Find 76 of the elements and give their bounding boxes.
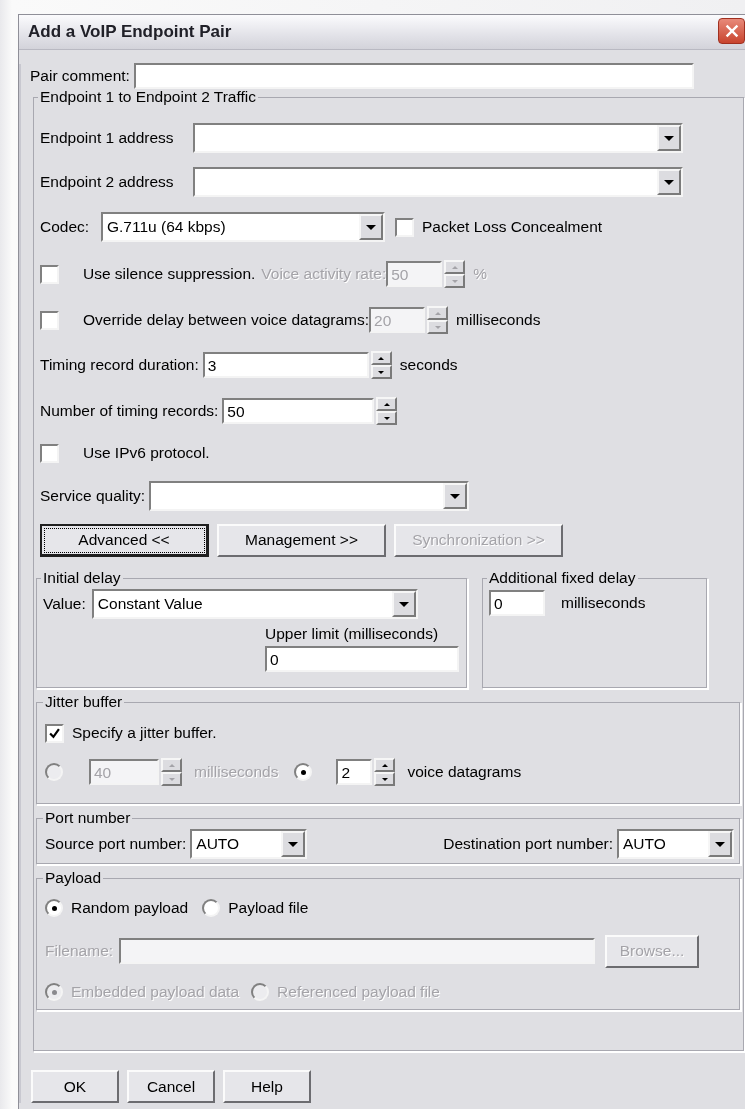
field-label: milliseconds (194, 763, 279, 781)
spin-down-button[interactable] (370, 365, 392, 379)
field-label: % (473, 265, 488, 283)
spin-down-button[interactable] (444, 274, 466, 288)
dropdown[interactable] (193, 167, 683, 197)
input-field[interactable]: 2 (336, 759, 373, 785)
comment-field[interactable] (133, 63, 694, 89)
field-label: Override delay between voice datagrams: (83, 311, 370, 329)
field-label: Endpoint 1 address (40, 129, 175, 147)
field-label: milliseconds (561, 594, 646, 612)
spin-up-button[interactable] (427, 306, 449, 320)
group-label: Jitter buffer (44, 693, 124, 711)
field-label: Value: (43, 595, 86, 613)
field-label: Upper limit (milliseconds) (265, 625, 439, 643)
field-label: Packet Loss Concealment (422, 218, 603, 236)
checkbox[interactable] (395, 217, 414, 237)
field-label: Timing record duration: (40, 356, 199, 374)
spin-down-button[interactable] (374, 772, 396, 786)
input-field[interactable]: 0 (489, 590, 545, 616)
field-label: Use IPv6 protocol. (83, 444, 210, 462)
spin-down-button[interactable] (161, 772, 182, 786)
dropdown[interactable]: Constant Value (91, 589, 418, 619)
checkbox[interactable] (40, 310, 59, 330)
dropdown[interactable]: AUTO (617, 829, 734, 859)
field-label: Pair comment: (30, 67, 130, 85)
radio-button[interactable] (45, 899, 63, 917)
field-label: Codec: (40, 218, 91, 236)
field-label: Use silence suppression. (83, 265, 256, 283)
field-label: Random payload (71, 899, 189, 917)
radio-button[interactable] (202, 899, 221, 917)
spin-up-button[interactable] (161, 758, 182, 772)
field-label: Service quality: (40, 487, 146, 505)
input-field[interactable]: 50 (222, 398, 375, 424)
dropdown[interactable] (149, 481, 470, 511)
field-label: Number of timing records: (40, 402, 219, 420)
spin-up-button[interactable] (444, 260, 466, 274)
close-button[interactable] (718, 18, 745, 44)
dialog-button[interactable]: OK (31, 1070, 119, 1103)
group-label: Port number (44, 809, 132, 827)
toggle-button[interactable]: Management >> (217, 523, 386, 557)
spin-down-button[interactable] (376, 411, 398, 425)
group-label: Endpoint 1 to Endpoint 2 Traffic (39, 88, 257, 106)
checkbox[interactable] (40, 443, 59, 463)
input-field[interactable]: 3 (202, 352, 369, 378)
spin-up-button[interactable] (374, 758, 396, 772)
field-label: Payload file (228, 899, 309, 917)
radio-button[interactable] (294, 763, 313, 781)
field-label: Referenced payload file (277, 983, 440, 1001)
group-label: Additional fixed delay (488, 569, 637, 587)
field-label: voice datagrams (407, 763, 522, 781)
field-label: Embedded payload data (71, 983, 240, 1001)
dropdown[interactable] (193, 123, 683, 153)
spin-up-button[interactable] (370, 351, 392, 365)
group-label: Payload (44, 869, 102, 887)
dropdown[interactable]: AUTO (190, 829, 308, 859)
field-label: Specify a jitter buffer. (72, 724, 217, 742)
toggle-button[interactable]: Advanced << (40, 523, 209, 557)
field-label: Endpoint 2 address (40, 173, 175, 191)
checkbox[interactable] (40, 264, 59, 284)
field-label: Source port number: (45, 835, 187, 853)
field-label: seconds (399, 356, 458, 374)
dialog-button[interactable]: Help (223, 1070, 311, 1103)
field-label: Filename: (45, 942, 114, 960)
field-label: milliseconds (456, 311, 541, 329)
field-label: Destination port number: (443, 835, 613, 853)
check-icon (49, 727, 60, 739)
spin-up-button[interactable] (376, 397, 398, 411)
group-label: Initial delay (42, 569, 122, 587)
filename-field[interactable] (119, 938, 596, 964)
spin-down-button[interactable] (427, 320, 449, 334)
dropdown[interactable]: G.711u (64 kbps) (101, 212, 385, 242)
window-title: Add a VoIP Endpoint Pair (28, 22, 232, 42)
dialog-button[interactable]: Cancel (127, 1070, 215, 1103)
input-field[interactable]: 0 (265, 646, 459, 672)
field-label: Voice activity rate: (261, 265, 387, 283)
checkbox[interactable] (45, 723, 64, 743)
